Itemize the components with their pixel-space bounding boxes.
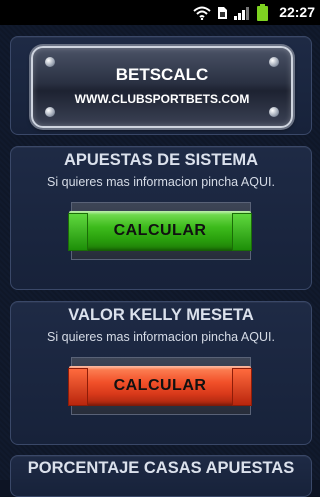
status-icons bbox=[193, 3, 268, 22]
website-url: WWW.CLUBSPORTBETS.COM bbox=[74, 92, 250, 106]
button-cap bbox=[68, 213, 88, 251]
calcular-sistema-button[interactable]: CALCULAR bbox=[68, 211, 252, 251]
status-time: 22:27 bbox=[279, 4, 315, 20]
sim-icon bbox=[218, 6, 227, 19]
section-valor-kelly: VALOR KELLY MESETA Si quieres mas inform… bbox=[10, 301, 312, 445]
screw-icon bbox=[45, 107, 55, 117]
app-title: BETSCALC bbox=[115, 65, 209, 84]
battery-icon bbox=[257, 4, 268, 21]
section-title: VALOR KELLY MESETA bbox=[68, 306, 254, 324]
wifi-icon bbox=[193, 6, 211, 20]
brand-plate[interactable]: BETSCALC WWW.CLUBSPORTBETS.COM bbox=[31, 46, 293, 128]
more-info-link[interactable]: Si quieres mas informacion pincha AQUI. bbox=[11, 330, 311, 344]
header-panel: BETSCALC WWW.CLUBSPORTBETS.COM bbox=[10, 36, 312, 135]
button-cap bbox=[68, 368, 88, 406]
button-cap bbox=[232, 213, 252, 251]
app-screen: BETSCALC WWW.CLUBSPORTBETS.COM APUESTAS … bbox=[0, 25, 320, 497]
section-title: PORCENTAJE CASAS APUESTAS bbox=[27, 459, 295, 477]
calcular-kelly-button[interactable]: CALCULAR bbox=[68, 366, 252, 406]
screw-icon bbox=[269, 107, 279, 117]
more-info-link[interactable]: Si quieres mas informacion pincha AQUI. bbox=[11, 175, 311, 189]
signal-icon bbox=[234, 6, 249, 20]
button-label: CALCULAR bbox=[113, 222, 207, 239]
section-porcentaje-casas: PORCENTAJE CASAS APUESTAS bbox=[10, 455, 312, 497]
button-label: CALCULAR bbox=[113, 377, 207, 394]
section-apuestas-sistema: APUESTAS DE SISTEMA Si quieres mas infor… bbox=[10, 146, 312, 290]
button-cap bbox=[232, 368, 252, 406]
section-title: APUESTAS DE SISTEMA bbox=[63, 151, 259, 169]
button-frame: CALCULAR bbox=[68, 202, 252, 260]
button-frame: CALCULAR bbox=[68, 357, 252, 415]
status-bar: 22:27 bbox=[0, 0, 320, 25]
